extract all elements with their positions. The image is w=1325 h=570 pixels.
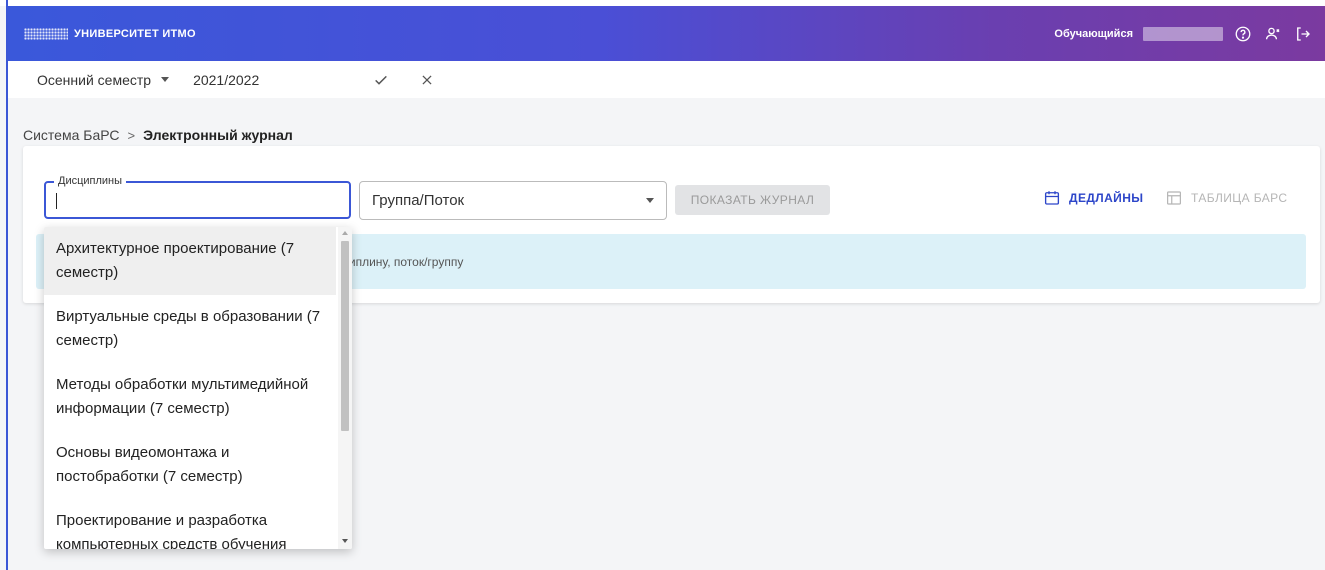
check-icon[interactable]	[371, 70, 391, 90]
user-role: Обучающийся	[1054, 27, 1133, 40]
user-settings-icon[interactable]	[1263, 24, 1283, 44]
dropdown-scrollbar[interactable]	[338, 227, 352, 549]
bars-table-label: ТАБЛИЦА БАРС	[1191, 191, 1288, 205]
show-journal-button[interactable]: ПОКАЗАТЬ ЖУРНАЛ	[675, 185, 830, 215]
itmo-logo[interactable]: УНИВЕРСИТЕТ ИТМО	[24, 27, 196, 40]
breadcrumb-current: Электронный журнал	[143, 127, 293, 143]
logo-text: УНИВЕРСИТЕТ ИТМО	[74, 27, 196, 40]
semester-value: Осенний семестр	[37, 71, 152, 88]
disciplines-label: Дисциплины	[54, 175, 127, 187]
discipline-option[interactable]: Виртуальные среды в образовании (7 семес…	[44, 295, 336, 363]
app-header: УНИВЕРСИТЕТ ИТМО Обучающийся	[8, 6, 1325, 61]
group-stream-value: Группа/Поток	[372, 192, 465, 209]
disciplines-options: Архитектурное проектирование (7 семестр)…	[44, 227, 336, 549]
scroll-down-arrow-icon[interactable]	[342, 539, 348, 543]
user-name-redacted	[1143, 26, 1223, 41]
group-stream-select[interactable]: Группа/Поток	[359, 181, 667, 220]
chevron-down-icon	[161, 77, 170, 82]
discipline-option[interactable]: Архитектурное проектирование (7 семестр)	[44, 227, 336, 295]
breadcrumb: Система БаРС > Электронный журнал	[23, 127, 293, 143]
breadcrumb-root[interactable]: Система БаРС	[23, 127, 120, 143]
help-circle-icon[interactable]	[1233, 24, 1253, 44]
info-text: циплину, поток/группу	[342, 254, 464, 269]
year-field[interactable]: 2021/2022	[193, 72, 259, 88]
disciplines-input[interactable]: Дисциплины	[44, 175, 351, 219]
discipline-option[interactable]: Методы обработки мультимедийной информац…	[44, 363, 336, 431]
deadlines-button[interactable]: ДЕДЛАЙНЫ	[1043, 186, 1143, 210]
table-icon	[1167, 191, 1181, 205]
close-icon[interactable]	[417, 70, 437, 90]
window-left-edge	[6, 0, 8, 570]
discipline-option[interactable]: Проектирование и разработка компьютерных…	[44, 499, 336, 549]
chevron-down-icon	[646, 198, 654, 203]
header-user-area: Обучающийся	[1054, 24, 1313, 44]
itmo-logo-icon	[24, 27, 68, 40]
window-top-edge	[0, 0, 1325, 6]
text-cursor	[56, 193, 57, 209]
logout-icon[interactable]	[1293, 24, 1313, 44]
bars-table-button[interactable]: ТАБЛИЦА БАРС	[1165, 186, 1287, 210]
disciplines-dropdown: Архитектурное проектирование (7 семестр)…	[44, 227, 352, 549]
discipline-option[interactable]: Основы видеомонтажа и постобработки (7 с…	[44, 431, 336, 499]
deadlines-label: ДЕДЛАЙНЫ	[1069, 191, 1144, 205]
semester-select[interactable]: Осенний семестр	[37, 71, 170, 88]
calendar-icon	[1044, 191, 1060, 205]
scrollbar-thumb[interactable]	[341, 241, 349, 431]
breadcrumb-separator: >	[127, 127, 136, 143]
scroll-up-arrow-icon[interactable]	[342, 231, 348, 235]
semester-bar: Осенний семестр 2021/2022	[8, 61, 1325, 98]
